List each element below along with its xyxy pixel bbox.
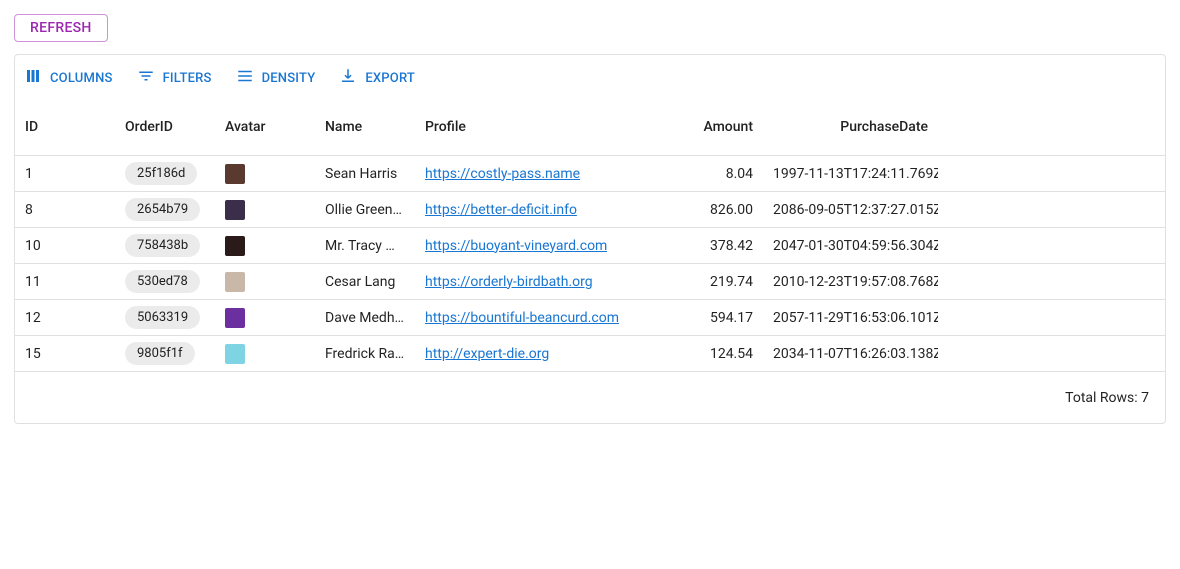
column-header-orderid[interactable]: OrderID (115, 99, 215, 155)
grid-rows: 1 25f186d Sean Harris https://costly-pass.n… (15, 155, 1165, 371)
cell-name: Dave Medhurst (315, 300, 415, 335)
cell-orderid: 25f186d (115, 156, 215, 191)
cell-amount: 8.04 (637, 156, 763, 191)
cell-amount: 124.54 (637, 336, 763, 371)
density-label: DENSITY (262, 71, 316, 86)
export-button[interactable]: EXPORT (334, 63, 420, 93)
cell-purchasedate: 2034-11-07T16:26:03.138Z (763, 336, 938, 371)
download-icon (339, 67, 357, 89)
cell-name: Cesar Lang (315, 264, 415, 299)
avatar (225, 236, 245, 256)
table-row[interactable]: 11 530ed78 Cesar Lang https://orderly-birdb… (15, 263, 1165, 299)
avatar (225, 272, 245, 292)
cell-profile: https://better-deficit.info (415, 192, 637, 227)
order-chip: 9805f1f (125, 342, 195, 365)
filters-label: FILTERS (163, 71, 212, 86)
column-headers-row: ID OrderID Avatar Name Profile Amount Pu… (15, 99, 1165, 155)
cell-profile: https://bountiful-beancurd.com (415, 300, 637, 335)
cell-name: Sean Harris (315, 156, 415, 191)
avatar (225, 200, 245, 220)
column-header-purchasedate[interactable]: PurchaseDate (763, 99, 938, 155)
cell-profile: https://orderly-birdbath.org (415, 264, 637, 299)
profile-link[interactable]: https://buoyant-vineyard.com (425, 238, 607, 254)
cell-id: 11 (15, 264, 115, 299)
density-button[interactable]: DENSITY (231, 63, 321, 93)
cell-purchasedate: 2047-01-30T04:59:56.304Z (763, 228, 938, 263)
order-chip: 5063319 (125, 306, 200, 329)
cell-orderid: 530ed78 (115, 264, 215, 299)
profile-link[interactable]: http://expert-die.org (425, 346, 549, 362)
avatar (225, 164, 245, 184)
table-row[interactable]: 10 758438b Mr. Tracy Moore https://buoyant-… (15, 227, 1165, 263)
cell-orderid: 758438b (115, 228, 215, 263)
cell-orderid: 2654b79 (115, 192, 215, 227)
order-chip: 530ed78 (125, 270, 200, 293)
density-icon (236, 67, 254, 89)
grid-footer: Total Rows: 7 (15, 371, 1165, 423)
cell-avatar (215, 336, 315, 371)
avatar (225, 308, 245, 328)
cell-avatar (215, 300, 315, 335)
columns-icon (24, 67, 42, 89)
refresh-button[interactable]: REFRESH (14, 14, 108, 42)
profile-link[interactable]: https://better-deficit.info (425, 202, 577, 218)
data-grid: COLUMNS FILTERS DENSITY EXPORT ID OrderI… (14, 54, 1166, 424)
avatar (225, 344, 245, 364)
table-row[interactable]: 1 25f186d Sean Harris https://costly-pass.n… (15, 155, 1165, 191)
export-label: EXPORT (365, 71, 415, 86)
order-chip: 25f186d (125, 162, 197, 185)
cell-id: 1 (15, 156, 115, 191)
cell-avatar (215, 192, 315, 227)
filter-list-icon (137, 67, 155, 89)
table-row[interactable]: 12 5063319 Dave Medhurst https://bountiful-… (15, 299, 1165, 335)
column-header-name[interactable]: Name (315, 99, 415, 155)
cell-purchasedate: 2010-12-23T19:57:08.768Z (763, 264, 938, 299)
order-chip: 758438b (125, 234, 200, 257)
column-header-profile[interactable]: Profile (415, 99, 637, 155)
cell-profile: http://expert-die.org (415, 336, 637, 371)
cell-amount: 219.74 (637, 264, 763, 299)
cell-amount: 826.00 (637, 192, 763, 227)
profile-link[interactable]: https://bountiful-beancurd.com (425, 310, 619, 326)
cell-name: Mr. Tracy Moore (315, 228, 415, 263)
total-rows-label: Total Rows: 7 (1065, 390, 1149, 406)
column-header-id[interactable]: ID (15, 99, 115, 155)
columns-label: COLUMNS (50, 71, 113, 86)
cell-purchasedate: 1997-11-13T17:24:11.769Z (763, 156, 938, 191)
profile-link[interactable]: https://orderly-birdbath.org (425, 274, 593, 290)
table-row[interactable]: 15 9805f1f Fredrick Rath http://expert-die.… (15, 335, 1165, 371)
grid-toolbar: COLUMNS FILTERS DENSITY EXPORT (15, 55, 1165, 99)
table-row[interactable]: 8 2654b79 Ollie Greenfelder https://better-… (15, 191, 1165, 227)
cell-profile: https://buoyant-vineyard.com (415, 228, 637, 263)
cell-avatar (215, 264, 315, 299)
columns-button[interactable]: COLUMNS (19, 63, 118, 93)
cell-avatar (215, 156, 315, 191)
order-chip: 2654b79 (125, 198, 200, 221)
column-header-avatar[interactable]: Avatar (215, 99, 315, 155)
cell-orderid: 5063319 (115, 300, 215, 335)
filters-button[interactable]: FILTERS (132, 63, 217, 93)
cell-purchasedate: 2057-11-29T16:53:06.101Z (763, 300, 938, 335)
cell-name: Ollie Greenfelder (315, 192, 415, 227)
column-header-amount[interactable]: Amount (637, 99, 763, 155)
cell-amount: 594.17 (637, 300, 763, 335)
profile-link[interactable]: https://costly-pass.name (425, 166, 580, 182)
cell-id: 8 (15, 192, 115, 227)
cell-name: Fredrick Rath (315, 336, 415, 371)
cell-amount: 378.42 (637, 228, 763, 263)
cell-avatar (215, 228, 315, 263)
cell-id: 10 (15, 228, 115, 263)
cell-orderid: 9805f1f (115, 336, 215, 371)
cell-profile: https://costly-pass.name (415, 156, 637, 191)
cell-id: 15 (15, 336, 115, 371)
cell-id: 12 (15, 300, 115, 335)
cell-purchasedate: 2086-09-05T12:37:27.015Z (763, 192, 938, 227)
